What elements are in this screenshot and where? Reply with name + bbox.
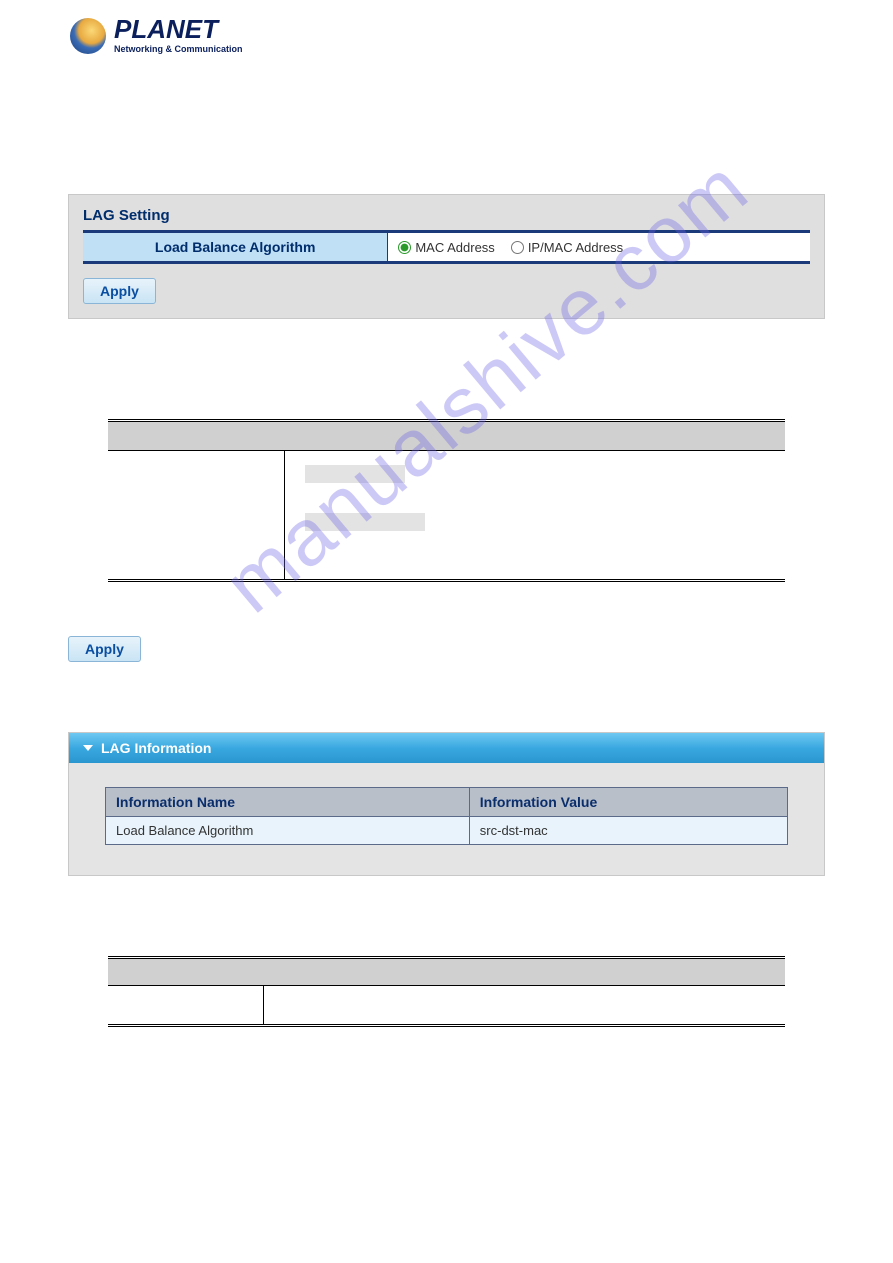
desc2-cell-left — [108, 986, 264, 1026]
redacted-bar — [305, 513, 425, 531]
setting-label: Load Balance Algorithm — [83, 233, 388, 261]
apply-button[interactable]: Apply — [83, 278, 156, 304]
redacted-bar — [305, 465, 405, 483]
info-row-value: src-dst-mac — [469, 817, 787, 845]
info-row-name: Load Balance Algorithm — [106, 817, 470, 845]
brand-name: PLANET — [114, 18, 243, 41]
radio-mac-label: MAC Address — [415, 240, 494, 255]
desc1-head-right — [284, 421, 785, 451]
lag-info-title: LAG Information — [101, 740, 211, 756]
setting-row: Load Balance Algorithm MAC Address IP/MA… — [83, 230, 810, 264]
radio-ipmac-address[interactable]: IP/MAC Address — [511, 240, 623, 255]
info-col-value: Information Value — [469, 788, 787, 817]
lag-setting-panel: LAG Setting Load Balance Algorithm MAC A… — [68, 194, 825, 319]
radio-mac-address[interactable]: MAC Address — [398, 240, 494, 255]
desc2-head-left — [108, 958, 264, 986]
radio-mac-input[interactable] — [398, 241, 411, 254]
logo-area: PLANET Networking & Communication — [0, 0, 893, 54]
lag-information-panel: LAG Information Information Name Informa… — [68, 732, 825, 876]
desc1-cell-right — [284, 451, 785, 581]
info-col-name: Information Name — [106, 788, 470, 817]
radio-ipmac-label: IP/MAC Address — [528, 240, 623, 255]
brand-logo: PLANET Networking & Communication — [70, 18, 893, 54]
setting-options: MAC Address IP/MAC Address — [388, 233, 810, 261]
description-table-1 — [108, 419, 785, 582]
lag-info-header[interactable]: LAG Information — [69, 733, 824, 763]
desc2-cell-right — [264, 986, 785, 1026]
apply-button-standalone[interactable]: Apply — [68, 636, 141, 662]
lag-info-table: Information Name Information Value Load … — [105, 787, 788, 845]
globe-icon — [70, 18, 106, 54]
desc1-cell-left — [108, 451, 284, 581]
table-row: Load Balance Algorithm src-dst-mac — [106, 817, 788, 845]
desc1-head-left — [108, 421, 284, 451]
lag-setting-title: LAG Setting — [83, 205, 810, 230]
desc2-head-right — [264, 958, 785, 986]
description-table-2 — [108, 956, 785, 1027]
radio-ipmac-input[interactable] — [511, 241, 524, 254]
brand-tagline: Networking & Communication — [114, 44, 243, 54]
chevron-down-icon — [83, 745, 93, 751]
